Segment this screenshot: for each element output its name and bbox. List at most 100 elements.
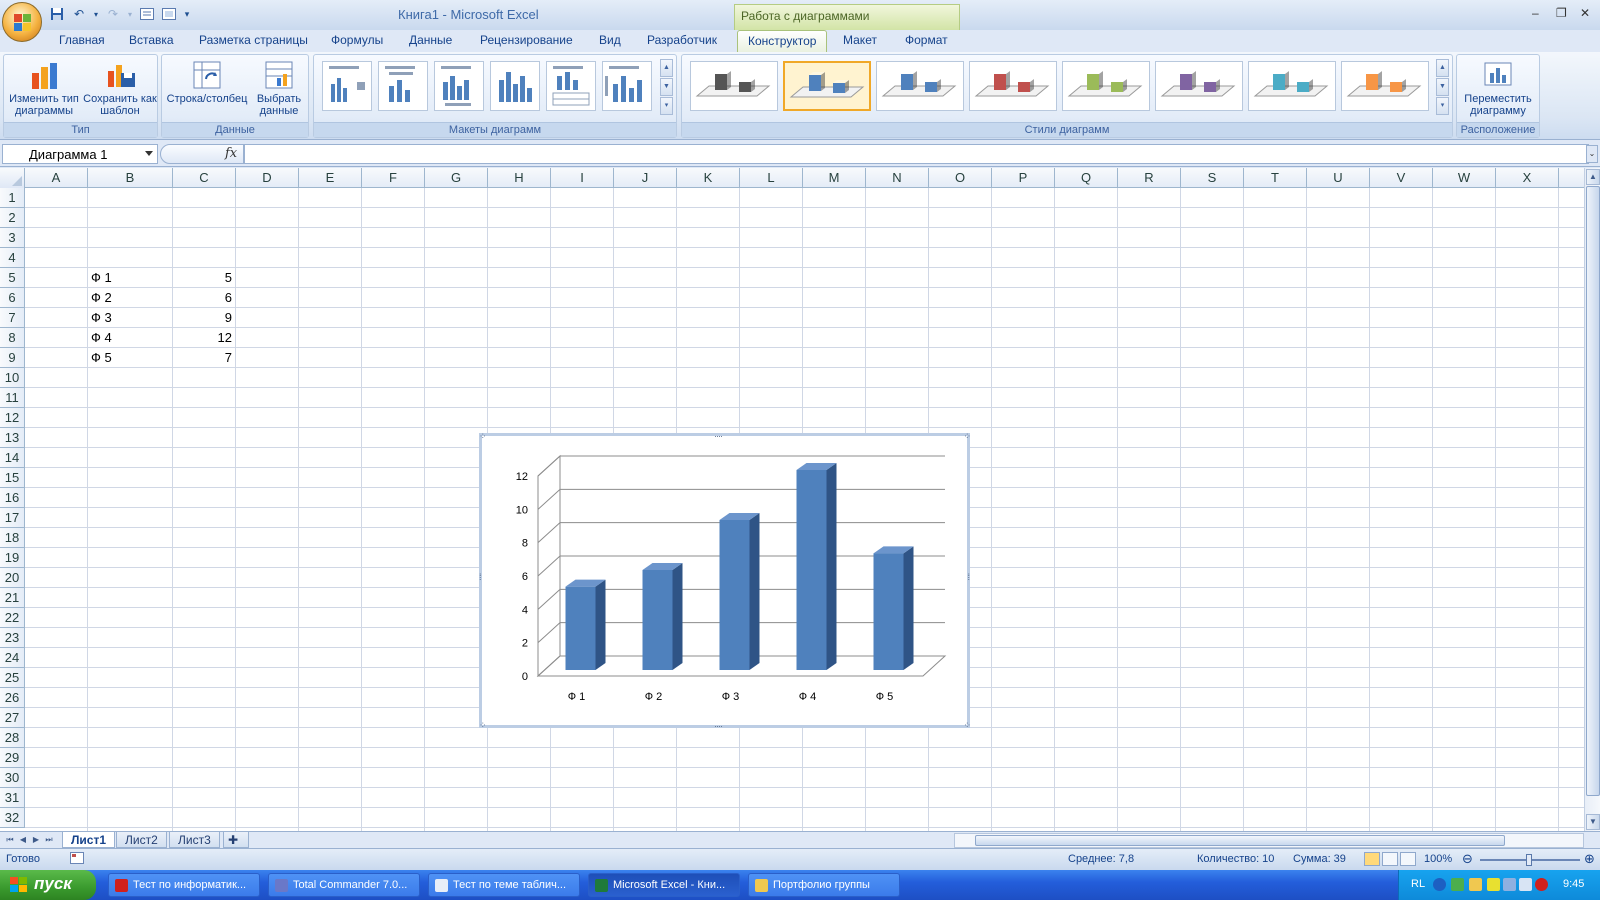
column-header-f[interactable]: F	[362, 168, 425, 188]
column-header-m[interactable]: M	[803, 168, 866, 188]
office-button[interactable]	[2, 2, 42, 42]
row-header-8[interactable]: 8	[0, 328, 25, 348]
resize-handle-bl[interactable]: ⁘	[479, 721, 486, 730]
language-indicator[interactable]: RL	[1411, 878, 1425, 890]
row-header-1[interactable]: 1	[0, 188, 25, 208]
row-header-30[interactable]: 30	[0, 768, 25, 788]
row-header-6[interactable]: 6	[0, 288, 25, 308]
restore-icon[interactable]: ❐	[1556, 6, 1567, 20]
layout-2[interactable]	[378, 61, 428, 111]
formula-input[interactable]	[244, 144, 1589, 164]
page-break-view-icon[interactable]	[1400, 852, 1416, 866]
resize-handle-tl[interactable]: ⁘	[479, 432, 486, 441]
move-chart-button[interactable]: Переместить диаграмму	[1459, 57, 1537, 121]
column-header-l[interactable]: L	[740, 168, 803, 188]
row-header-18[interactable]: 18	[0, 528, 25, 548]
cell-c9[interactable]: 7	[173, 348, 235, 367]
tray-antivirus-icon[interactable]	[1535, 878, 1548, 891]
row-header-28[interactable]: 28	[0, 728, 25, 748]
column-header-s[interactable]: S	[1181, 168, 1244, 188]
resize-handle-l[interactable]: ⁞	[479, 573, 481, 582]
resize-handle-r[interactable]: ⁞	[967, 573, 969, 582]
column-header-p[interactable]: P	[992, 168, 1055, 188]
last-sheet-icon[interactable]: ⏭	[43, 833, 55, 847]
row-header-14[interactable]: 14	[0, 448, 25, 468]
next-sheet-icon[interactable]: ▶	[30, 833, 42, 847]
tab-insert[interactable]: Вставка	[129, 33, 174, 47]
tab-review[interactable]: Рецензирование	[480, 33, 573, 47]
column-header-r[interactable]: R	[1118, 168, 1181, 188]
tab-data[interactable]: Данные	[409, 33, 452, 47]
zoom-out-icon[interactable]: ⊖	[1462, 851, 1473, 867]
chart-style-5[interactable]	[1062, 61, 1150, 111]
page-layout-view-icon[interactable]	[1382, 852, 1398, 866]
column-header-g[interactable]: G	[425, 168, 488, 188]
row-header-4[interactable]: 4	[0, 248, 25, 268]
column-header-k[interactable]: K	[677, 168, 740, 188]
row-header-17[interactable]: 17	[0, 508, 25, 528]
row-header-31[interactable]: 31	[0, 788, 25, 808]
tray-volume-icon[interactable]	[1519, 878, 1532, 891]
gallery-more-icon[interactable]: ▾	[660, 97, 673, 115]
worksheet-grid[interactable]: ABCDEFGHIJKLMNOPQRSTUVWX 1 2 3 4 5 6 7 8 9 10 11 12…	[0, 168, 1584, 831]
tray-network-icon[interactable]	[1451, 878, 1464, 891]
start-button[interactable]: пуск	[0, 870, 96, 900]
column-header-j[interactable]: J	[614, 168, 677, 188]
column-header-b[interactable]: B	[88, 168, 173, 188]
tab-home[interactable]: Главная	[59, 33, 105, 47]
column-header-w[interactable]: W	[1433, 168, 1496, 188]
layout-5[interactable]	[546, 61, 596, 111]
row-header-13[interactable]: 13	[0, 428, 25, 448]
first-sheet-icon[interactable]: ⏮	[4, 833, 16, 847]
cell-c6[interactable]: 6	[173, 288, 235, 307]
cell-c5[interactable]: 5	[173, 268, 235, 287]
chart-object[interactable]: ⁘ ···· ⁘ ⁞ ⁞ ⁘ ···· ⁘ 0 2 4 6 8 10 12 Ф 1 Ф 2 Ф 3…	[479, 432, 971, 731]
row-header-20[interactable]: 20	[0, 568, 25, 588]
row-header-29[interactable]: 29	[0, 748, 25, 768]
chart-style-8[interactable]	[1341, 61, 1429, 111]
tab-developer[interactable]: Разработчик	[647, 33, 717, 47]
sheet-tab-3[interactable]: Лист3	[169, 832, 220, 848]
row-header-5[interactable]: 5	[0, 268, 25, 288]
row-header-26[interactable]: 26	[0, 688, 25, 708]
row-header-24[interactable]: 24	[0, 648, 25, 668]
column-header-t[interactable]: T	[1244, 168, 1307, 188]
row-header-11[interactable]: 11	[0, 388, 25, 408]
column-header-x[interactable]: X	[1496, 168, 1559, 188]
form-icon[interactable]	[138, 5, 156, 23]
undo-dropdown-icon[interactable]: ▾	[92, 5, 100, 23]
styles-down-icon[interactable]: ▼	[1436, 78, 1449, 96]
styles-up-icon[interactable]: ▲	[1436, 59, 1449, 77]
prev-sheet-icon[interactable]: ◀	[17, 833, 29, 847]
column-header-v[interactable]: V	[1370, 168, 1433, 188]
taskbar-task-3[interactable]: Тест по теме таблич...	[428, 873, 580, 897]
save-as-template-button[interactable]: Сохранить как шаблон	[82, 57, 158, 121]
row-header-23[interactable]: 23	[0, 628, 25, 648]
tab-formulas[interactable]: Формулы	[331, 33, 383, 47]
zoom-slider-knob[interactable]	[1526, 854, 1532, 866]
cell-c8[interactable]: 12	[173, 328, 235, 347]
layout-1[interactable]	[322, 61, 372, 111]
layout-4[interactable]	[490, 61, 540, 111]
styles-more-icon[interactable]: ▾	[1436, 97, 1449, 115]
redo-dropdown-icon[interactable]: ▾	[126, 5, 134, 23]
tab-layout[interactable]: Макет	[843, 33, 877, 47]
tray-arrow-icon[interactable]	[1433, 878, 1446, 891]
row-header-10[interactable]: 10	[0, 368, 25, 388]
horizontal-scroll-thumb[interactable]	[975, 835, 1505, 846]
redo-icon[interactable]: ↷	[104, 5, 122, 23]
horizontal-scrollbar[interactable]	[954, 833, 1584, 848]
row-header-21[interactable]: 21	[0, 588, 25, 608]
taskbar-task-1[interactable]: Тест по информатик...	[108, 873, 260, 897]
cell-b5[interactable]: Ф 1	[88, 268, 172, 287]
insert-sheet-icon[interactable]: ✚	[223, 832, 249, 848]
sheet-tab-1[interactable]: Лист1	[62, 832, 116, 848]
cell-c7[interactable]: 9	[173, 308, 235, 327]
row-header-2[interactable]: 2	[0, 208, 25, 228]
row-header-15[interactable]: 15	[0, 468, 25, 488]
chart-style-6[interactable]	[1155, 61, 1243, 111]
taskbar-task-5[interactable]: Портфолио группы	[748, 873, 900, 897]
row-header-7[interactable]: 7	[0, 308, 25, 328]
column-header-o[interactable]: O	[929, 168, 992, 188]
column-header-i[interactable]: I	[551, 168, 614, 188]
